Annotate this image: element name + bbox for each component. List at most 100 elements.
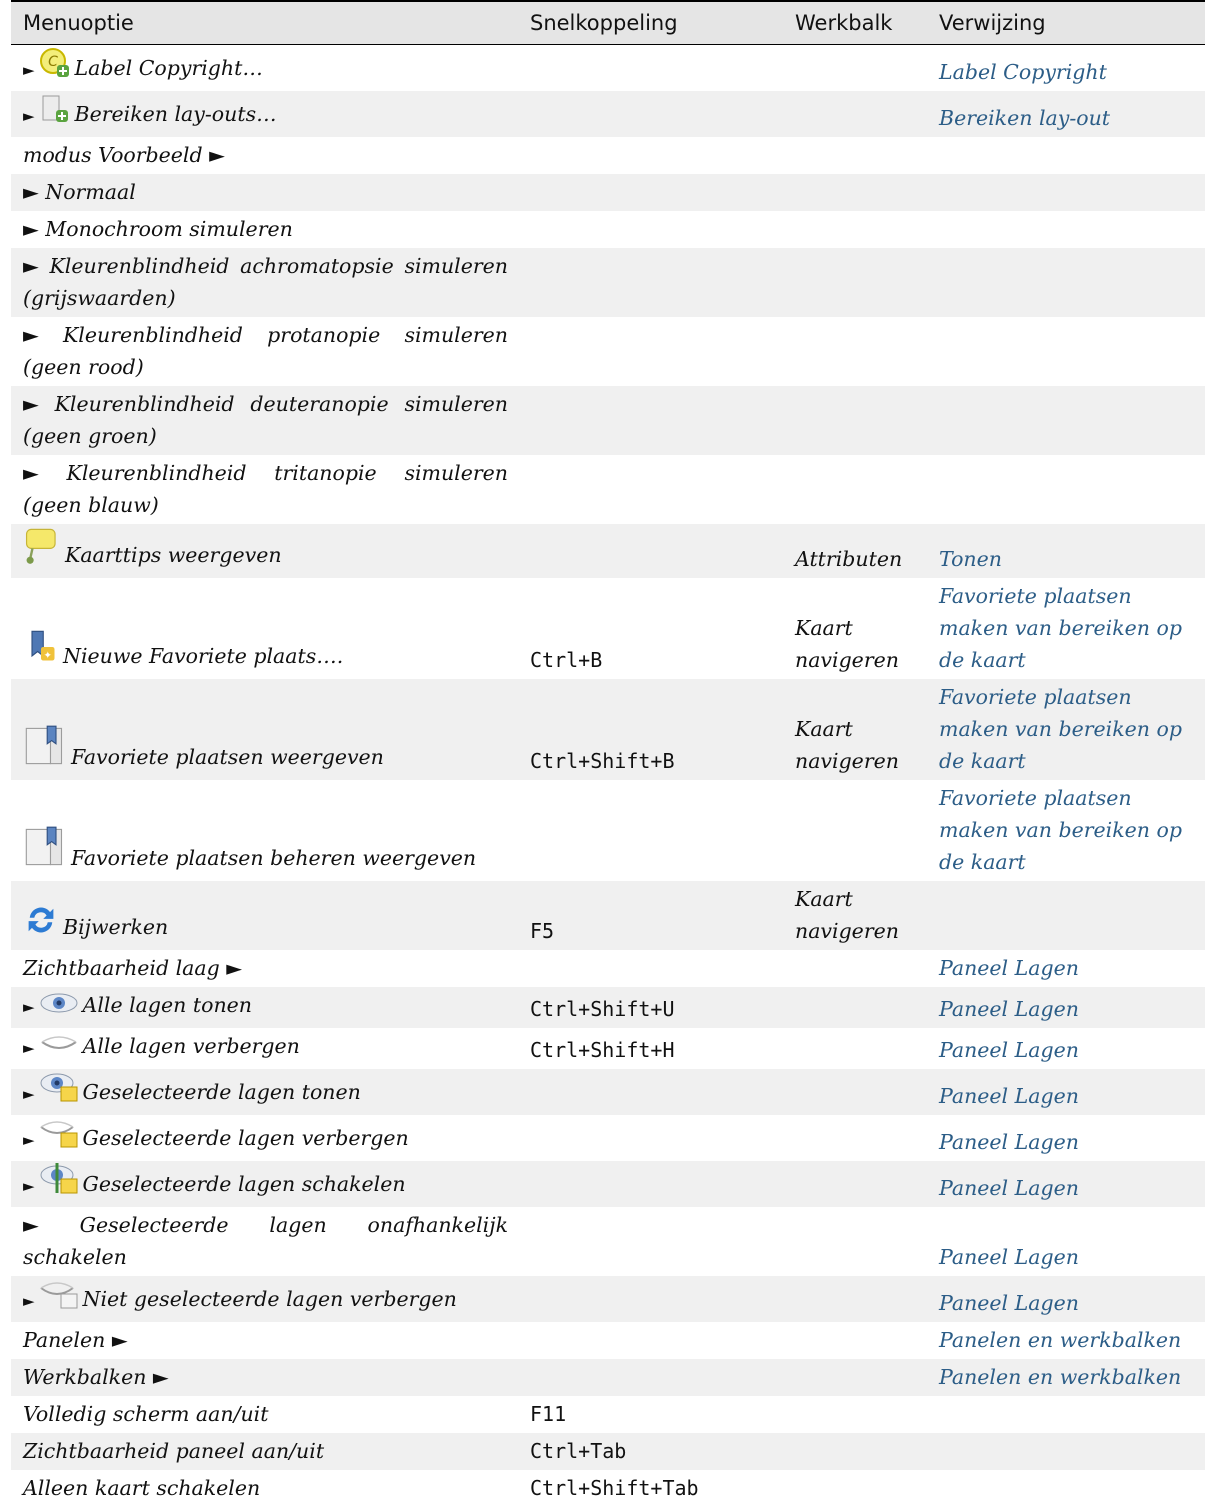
menu-option-cell: ► Alle lagen verbergen bbox=[11, 1028, 518, 1069]
reference-link[interactable]: Paneel Lagen bbox=[927, 1276, 1205, 1322]
toolbar-cell bbox=[783, 780, 927, 881]
reference-link[interactable]: Label Copyright bbox=[927, 45, 1205, 92]
table-row: Volledig scherm aan/uitF11 bbox=[11, 1396, 1205, 1433]
reference-link[interactable]: Paneel Lagen bbox=[927, 1207, 1205, 1276]
menu-option-cell: ► Monochroom simuleren bbox=[11, 211, 518, 248]
menu-option-cell: Alleen kaart schakelen bbox=[11, 1470, 518, 1507]
submenu-arrow-icon: ► bbox=[23, 61, 35, 79]
header-reference: Verwijzing bbox=[927, 1, 1205, 45]
toolbar-cell bbox=[783, 317, 927, 386]
shortcut-cell bbox=[518, 780, 783, 881]
shortcut-cell: Ctrl+Shift+Tab bbox=[518, 1470, 783, 1507]
menu-option-cell: Zichtbaarheid paneel aan/uit bbox=[11, 1433, 518, 1470]
toolbar-cell: Kaart navigeren bbox=[783, 578, 927, 679]
shortcut-cell bbox=[518, 1161, 783, 1207]
submenu-arrow-icon: ► bbox=[23, 1039, 35, 1057]
menu-option-cell: ► Label Copyright… bbox=[11, 45, 518, 92]
reference-link[interactable]: Favoriete plaatsen maken van bereiken op… bbox=[927, 780, 1205, 881]
submenu-arrow-icon: ► bbox=[23, 107, 35, 125]
menu-option-label: ► Kleurenblindheid tritanopie simuleren … bbox=[23, 461, 508, 517]
menu-option-cell: ► Kleurenblindheid protanopie simuleren … bbox=[11, 317, 518, 386]
menu-option-label: Favoriete plaatsen beheren weergeven bbox=[71, 846, 476, 870]
table-row: BijwerkenF5Kaart navigeren bbox=[11, 881, 1205, 950]
hide-selected-layers-icon bbox=[39, 1117, 79, 1158]
menu-option-label: Label Copyright… bbox=[75, 56, 263, 80]
shortcut-cell bbox=[518, 1069, 783, 1115]
submenu-arrow-icon: ► bbox=[23, 1085, 35, 1103]
toolbar-cell bbox=[783, 987, 927, 1028]
reference-link[interactable]: Tonen bbox=[927, 524, 1205, 578]
extents-layout-icon bbox=[39, 93, 71, 134]
reference-link bbox=[927, 174, 1205, 211]
menu-option-label: Favoriete plaatsen weergeven bbox=[71, 745, 384, 769]
table-row: ► Geselecteerde lagen tonen Paneel Lagen bbox=[11, 1069, 1205, 1115]
reference-link bbox=[927, 881, 1205, 950]
reference-link[interactable]: Bereiken lay-out bbox=[927, 91, 1205, 137]
map-tips-icon bbox=[23, 526, 61, 575]
menu-option-cell: Werkbalken ► bbox=[11, 1359, 518, 1396]
toolbar-cell bbox=[783, 386, 927, 455]
reference-link bbox=[927, 1396, 1205, 1433]
menu-option-label: Panelen ► bbox=[23, 1328, 128, 1352]
show-all-layers-icon bbox=[39, 990, 79, 1025]
menu-option-label: ► Kleurenblindheid protanopie simuleren … bbox=[23, 323, 508, 379]
reference-link[interactable]: Panelen en werkbalken bbox=[927, 1322, 1205, 1359]
menu-option-label: Geselecteerde lagen tonen bbox=[83, 1080, 361, 1104]
shortcut-cell: Ctrl+B bbox=[518, 578, 783, 679]
shortcut-cell: Ctrl+Shift+B bbox=[518, 679, 783, 780]
shortcut-cell bbox=[518, 950, 783, 987]
menu-option-cell: ►Bereiken lay-outs… bbox=[11, 91, 518, 137]
table-row: ► Kleurenblindheid achromatopsie simuler… bbox=[11, 248, 1205, 317]
reference-link[interactable]: Favoriete plaatsen maken van bereiken op… bbox=[927, 679, 1205, 780]
menu-option-label: Alle lagen verbergen bbox=[83, 1034, 300, 1058]
reference-link bbox=[927, 1470, 1205, 1507]
reference-link[interactable]: Paneel Lagen bbox=[927, 1069, 1205, 1115]
reference-link[interactable]: Paneel Lagen bbox=[927, 1115, 1205, 1161]
menu-reference-table: Menuoptie Snelkoppeling Werkbalk Verwijz… bbox=[11, 0, 1205, 1507]
reference-link[interactable]: Paneel Lagen bbox=[927, 1028, 1205, 1069]
shortcut-cell bbox=[518, 211, 783, 248]
menu-option-cell: Volledig scherm aan/uit bbox=[11, 1396, 518, 1433]
shortcut-cell bbox=[518, 137, 783, 174]
toolbar-cell bbox=[783, 1207, 927, 1276]
hide-all-layers-icon bbox=[39, 1031, 79, 1066]
table-row: ► Kleurenblindheid tritanopie simuleren … bbox=[11, 455, 1205, 524]
menu-option-label: ► Kleurenblindheid deuteranopie simulere… bbox=[23, 392, 508, 448]
menu-option-label: Werkbalken ► bbox=[23, 1365, 169, 1389]
table-row: Alleen kaart schakelenCtrl+Shift+Tab bbox=[11, 1470, 1205, 1507]
menu-option-label: Alle lagen tonen bbox=[83, 993, 252, 1017]
reference-link[interactable]: Paneel Lagen bbox=[927, 1161, 1205, 1207]
menu-option-cell: ►Geselecteerde lagen schakelen bbox=[11, 1161, 518, 1207]
menu-option-cell: Panelen ► bbox=[11, 1322, 518, 1359]
reference-link bbox=[927, 317, 1205, 386]
reference-link bbox=[927, 1433, 1205, 1470]
toolbar-cell bbox=[783, 91, 927, 137]
table-row: ►Alle lagen tonenCtrl+Shift+UPaneel Lage… bbox=[11, 987, 1205, 1028]
reference-link[interactable]: Paneel Lagen bbox=[927, 950, 1205, 987]
reference-link[interactable]: Favoriete plaatsen maken van bereiken op… bbox=[927, 578, 1205, 679]
table-row: ► Label Copyright… Label Copyright bbox=[11, 45, 1205, 92]
toolbar-cell bbox=[783, 1115, 927, 1161]
shortcut-cell bbox=[518, 1322, 783, 1359]
reference-link bbox=[927, 248, 1205, 317]
table-row: Werkbalken ► Panelen en werkbalken bbox=[11, 1359, 1205, 1396]
shortcut-cell bbox=[518, 1359, 783, 1396]
submenu-arrow-icon: ► bbox=[23, 998, 35, 1016]
menu-option-label: ► Kleurenblindheid achromatopsie simuler… bbox=[23, 254, 508, 310]
header-toolbar: Werkbalk bbox=[783, 1, 927, 45]
shortcut-cell bbox=[518, 91, 783, 137]
shortcut-cell bbox=[518, 174, 783, 211]
toolbar-cell bbox=[783, 1069, 927, 1115]
table-row: ►Geselecteerde lagen schakelen Paneel Lag… bbox=[11, 1161, 1205, 1207]
reference-link[interactable]: Paneel Lagen bbox=[927, 987, 1205, 1028]
shortcut-cell bbox=[518, 45, 783, 92]
shortcut-cell: Ctrl+Tab bbox=[518, 1433, 783, 1470]
menu-option-label: Kaarttips weergeven bbox=[65, 543, 282, 567]
menu-option-cell: Favoriete plaatsen beheren weergeven bbox=[11, 780, 518, 881]
bookmark-manager-icon bbox=[23, 825, 67, 878]
shortcut-cell bbox=[518, 524, 783, 578]
reference-link[interactable]: Panelen en werkbalken bbox=[927, 1359, 1205, 1396]
toolbar-cell: Kaart navigeren bbox=[783, 881, 927, 950]
menu-option-cell: modus Voorbeeld ► bbox=[11, 137, 518, 174]
table-row: ► Geselecteerde lagen onafhankelijk scha… bbox=[11, 1207, 1205, 1276]
